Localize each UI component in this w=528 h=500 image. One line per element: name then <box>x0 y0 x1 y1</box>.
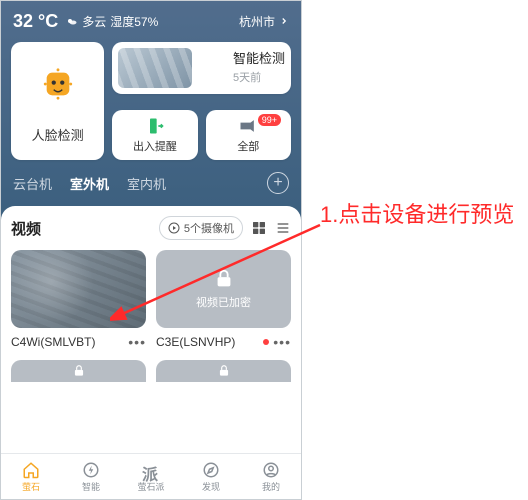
camera-more-button[interactable]: ••• <box>128 334 146 350</box>
play-icon <box>168 222 180 234</box>
bolt-icon <box>82 461 100 479</box>
face-detect-label: 人脸检测 <box>32 125 84 144</box>
nav-label: 萤石 <box>22 480 40 493</box>
camera-preview[interactable] <box>11 250 146 328</box>
humidity: 湿度57% <box>110 13 158 30</box>
cards-row: 人脸检测 智能检测 5天前 出入提醒 99+ <box>1 32 301 160</box>
video-section: 视频 5个摄像机 C4Wi(SMLVBT) ••• <box>1 206 301 466</box>
grid-view-icon[interactable] <box>251 220 267 236</box>
user-icon <box>262 461 280 479</box>
all-card[interactable]: 99+ 全部 <box>206 110 291 160</box>
status-dot <box>263 339 269 345</box>
weather-bar: 32 °C 多云 湿度57% 杭州市 <box>1 1 301 32</box>
camera-tile: C4Wi(SMLVBT) ••• <box>11 250 146 350</box>
camera-preview[interactable]: 视频已加密 <box>156 250 291 328</box>
location-button[interactable]: 杭州市 <box>239 13 289 30</box>
chevron-right-icon <box>279 15 289 29</box>
list-view-icon[interactable] <box>275 220 291 236</box>
door-icon <box>145 116 165 136</box>
nav-pai[interactable]: 派 萤石派 <box>121 454 181 499</box>
home-icon <box>22 461 40 479</box>
section-title: 视频 <box>11 218 41 239</box>
camera-preview[interactable] <box>11 360 146 382</box>
nav-label: 萤石派 <box>137 480 164 493</box>
tab-ptz[interactable]: 云台机 <box>13 174 52 193</box>
camera-name: C3E(LSNVHP) <box>156 335 259 349</box>
all-label: 全部 <box>237 138 259 154</box>
entry-alert-card[interactable]: 出入提醒 <box>112 110 197 160</box>
lock-icon <box>72 364 86 378</box>
nav-home[interactable]: 萤石 <box>1 454 61 499</box>
nav-label: 智能 <box>82 480 100 493</box>
tab-indoor[interactable]: 室内机 <box>127 174 166 193</box>
weather-cond: 多云 <box>82 13 106 30</box>
locked-text: 视频已加密 <box>196 294 251 310</box>
pai-icon: 派 <box>142 461 160 479</box>
device-tabs: 云台机 室外机 室内机 + <box>1 160 301 194</box>
nav-me[interactable]: 我的 <box>241 454 301 499</box>
lock-icon <box>213 268 235 290</box>
smart-detect-title: 智能检测 <box>233 48 285 67</box>
bottom-nav: 萤石 智能 派 萤石派 发现 我的 <box>1 453 301 499</box>
nav-label: 我的 <box>262 480 280 493</box>
camera-tile-peek <box>11 360 146 382</box>
annotation-text: 1.点击设备进行预览 <box>320 200 520 230</box>
cam-count-label: 5个摄像机 <box>184 220 234 236</box>
nav-label: 发现 <box>202 480 220 493</box>
smart-detect-sub: 5天前 <box>233 69 285 85</box>
location-text: 杭州市 <box>239 13 275 30</box>
weather-icon <box>66 16 78 28</box>
face-icon <box>41 67 75 101</box>
nav-discover[interactable]: 发现 <box>181 454 241 499</box>
compass-icon <box>202 461 220 479</box>
camera-tile-peek <box>156 360 291 382</box>
face-detect-card[interactable]: 人脸检测 <box>11 42 104 160</box>
camera-preview[interactable] <box>156 360 291 382</box>
camera-name: C4Wi(SMLVBT) <box>11 335 124 349</box>
add-device-button[interactable]: + <box>267 172 289 194</box>
lock-icon <box>217 364 231 378</box>
all-badge: 99+ <box>258 114 281 126</box>
cam-count-pill[interactable]: 5个摄像机 <box>159 216 243 240</box>
camera-more-button[interactable]: ••• <box>273 334 291 350</box>
smart-thumb <box>118 48 192 88</box>
nav-smart[interactable]: 智能 <box>61 454 121 499</box>
entry-alert-label: 出入提醒 <box>133 138 177 154</box>
phone-frame: 32 °C 多云 湿度57% 杭州市 人脸检测 智能检测 5天前 <box>0 0 302 500</box>
tab-outdoor[interactable]: 室外机 <box>70 174 109 193</box>
temperature: 32 °C <box>13 11 58 32</box>
smart-detect-card[interactable]: 智能检测 5天前 <box>112 42 291 94</box>
camera-tile: 视频已加密 C3E(LSNVHP) ••• <box>156 250 291 350</box>
cards-right-col: 智能检测 5天前 出入提醒 99+ 全部 <box>112 42 291 160</box>
camera-icon <box>238 116 258 136</box>
